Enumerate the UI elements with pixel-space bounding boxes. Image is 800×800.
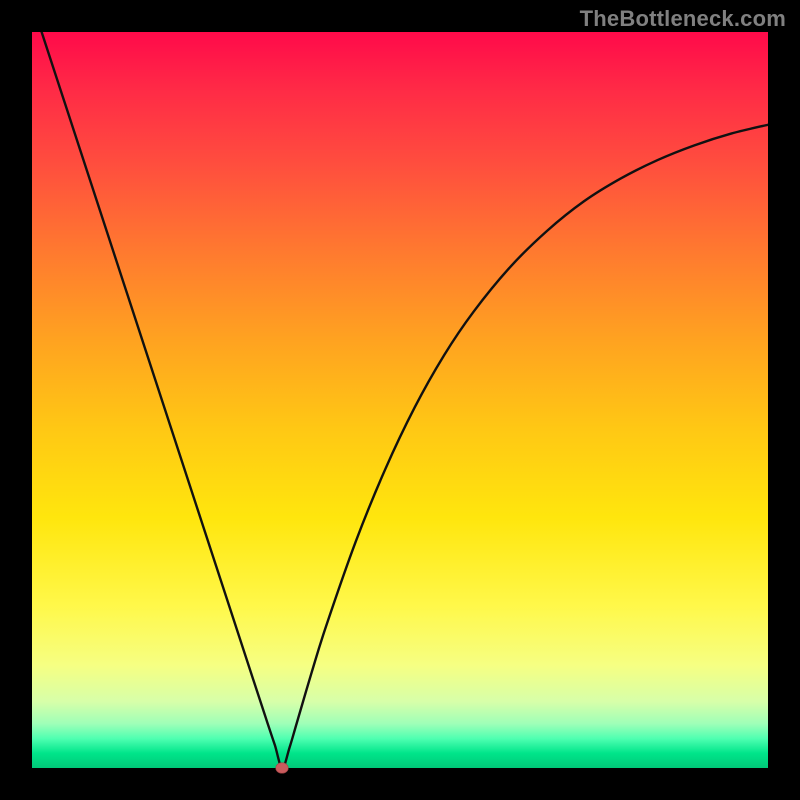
- chart-frame: TheBottleneck.com: [0, 0, 800, 800]
- plot-area: [32, 32, 768, 768]
- bottleneck-curve: [32, 32, 768, 768]
- optimal-point-marker: [276, 763, 289, 774]
- attribution-watermark: TheBottleneck.com: [580, 6, 786, 32]
